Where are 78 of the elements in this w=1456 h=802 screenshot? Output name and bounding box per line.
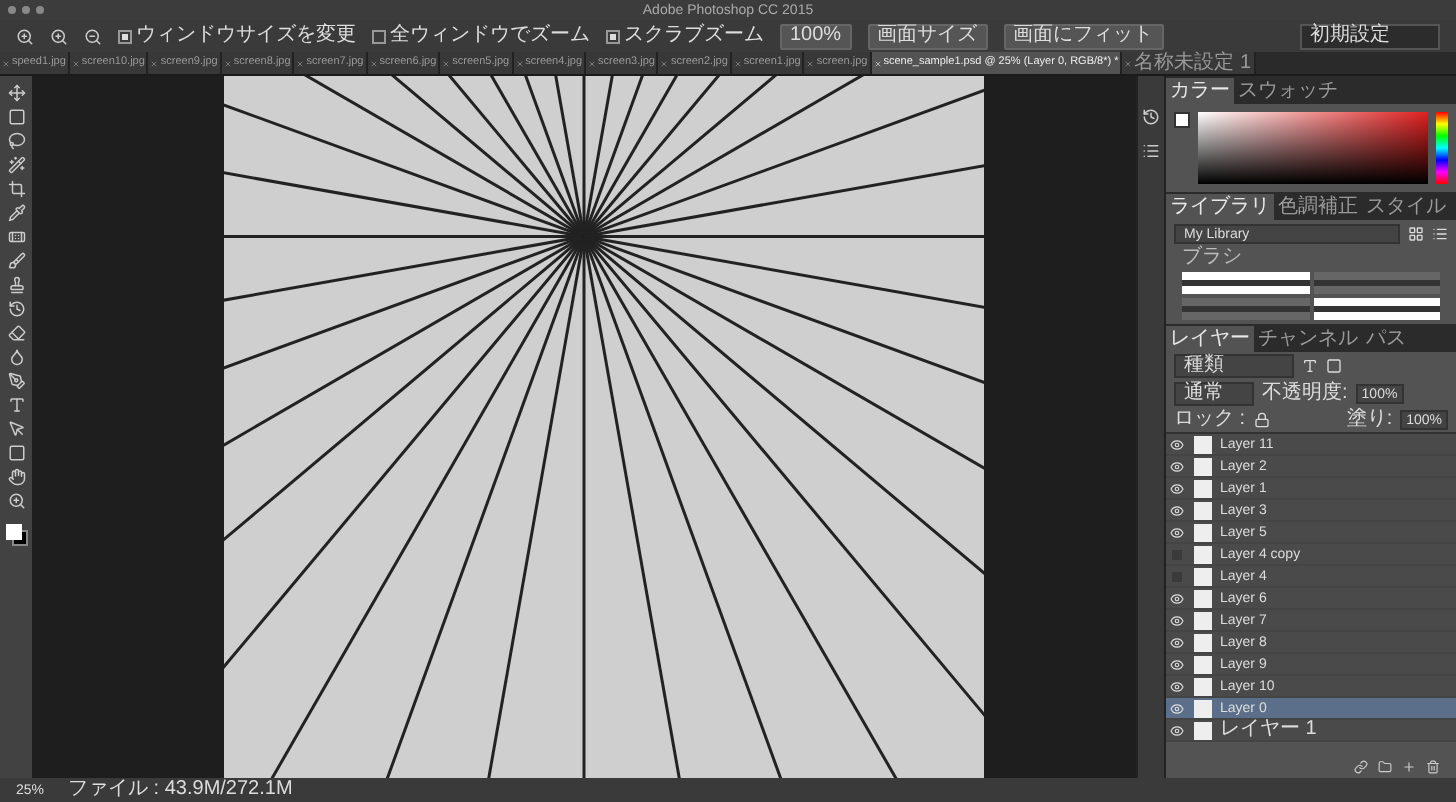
- hue-strip[interactable]: [1436, 112, 1448, 184]
- eye-icon[interactable]: [1169, 525, 1183, 539]
- option-button[interactable]: 画面にフィット: [1003, 23, 1164, 49]
- file-info: ファイル : 43.9M/272.1M: [68, 780, 293, 800]
- eraser-icon[interactable]: [7, 324, 25, 342]
- panel-tab[interactable]: レイヤー: [1166, 326, 1254, 352]
- eye-icon[interactable]: [1169, 701, 1183, 715]
- section-label: ブラシ: [1180, 248, 1244, 268]
- panel-tab[interactable]: ライブラリ: [1166, 194, 1274, 220]
- checkbox-label: ウィンドウサイズを変更: [136, 26, 356, 46]
- workspace-dropdown[interactable]: 初期設定: [1300, 23, 1440, 49]
- shape-filter-icon[interactable]: [1326, 358, 1342, 374]
- blend-mode-dropdown[interactable]: 通常: [1174, 382, 1254, 406]
- checkbox[interactable]: [372, 29, 386, 43]
- lasso-icon[interactable]: [7, 132, 25, 150]
- list-view-icon[interactable]: [1432, 226, 1448, 242]
- bandage-icon[interactable]: [7, 228, 25, 246]
- hand-icon[interactable]: [7, 468, 25, 486]
- new-layer-icon[interactable]: [1402, 760, 1416, 774]
- move-icon[interactable]: [7, 84, 25, 102]
- pointer-icon[interactable]: [7, 420, 25, 438]
- opacity-label: 不透明度:: [1262, 384, 1348, 404]
- lock-label: ロック :: [1174, 410, 1246, 430]
- folder-icon[interactable]: [1378, 760, 1392, 774]
- zoom-in-icon[interactable]: [50, 27, 68, 45]
- type-icon[interactable]: [7, 396, 25, 414]
- zoom-icon[interactable]: [16, 27, 34, 45]
- eye-icon[interactable]: [1169, 503, 1183, 517]
- layer-name: レイヤー 1: [1220, 720, 1317, 740]
- fill-label: 塗り:: [1346, 410, 1393, 430]
- eye-icon[interactable]: [1169, 437, 1183, 451]
- checkbox[interactable]: [606, 29, 620, 43]
- eye-icon[interactable]: [1169, 723, 1183, 737]
- history-brush-icon[interactable]: [7, 300, 25, 318]
- history-icon[interactable]: [1142, 108, 1160, 126]
- brush-icon[interactable]: [7, 252, 25, 270]
- kind-dropdown[interactable]: 種類: [1174, 354, 1294, 378]
- marquee-icon[interactable]: [7, 108, 25, 126]
- color-swatch[interactable]: [1174, 112, 1190, 128]
- crop-icon[interactable]: [7, 180, 25, 198]
- zoom-icon[interactable]: [7, 492, 25, 510]
- document-tab[interactable]: 名称未設定 1: [1122, 52, 1256, 74]
- panel-tab[interactable]: スウォッチ: [1234, 78, 1342, 104]
- layer-row[interactable]: レイヤー 1: [1166, 720, 1456, 742]
- color-swatches-icon[interactable]: [5, 524, 27, 546]
- droplet-icon[interactable]: [7, 348, 25, 366]
- eye-icon[interactable]: [1169, 591, 1183, 605]
- option-button[interactable]: 画面サイズ: [867, 23, 988, 49]
- magic-wand-icon[interactable]: [7, 156, 25, 174]
- checkbox-label: スクラブズーム: [624, 26, 764, 46]
- eye-icon[interactable]: [1169, 635, 1183, 649]
- option-button[interactable]: 100%: [780, 23, 852, 49]
- stamp-icon[interactable]: [7, 276, 25, 294]
- eye-icon[interactable]: [1169, 459, 1183, 473]
- rectangle-icon[interactable]: [7, 444, 25, 462]
- trash-icon[interactable]: [1426, 760, 1440, 774]
- panel-tab[interactable]: 色調補正: [1274, 194, 1362, 220]
- brush-preview[interactable]: [1313, 298, 1440, 320]
- panel-tab[interactable]: パス: [1362, 326, 1410, 352]
- zoom-out-icon[interactable]: [84, 27, 102, 45]
- lock-icon[interactable]: [1253, 412, 1270, 428]
- type-filter-icon[interactable]: [1302, 358, 1318, 374]
- panel-tab[interactable]: チャンネル: [1254, 326, 1362, 352]
- eye-icon[interactable]: [1169, 679, 1183, 693]
- pen-icon[interactable]: [7, 372, 25, 390]
- checkbox-label: 全ウィンドウでズーム: [390, 26, 590, 46]
- color-picker-field[interactable]: [1198, 112, 1428, 184]
- panel-tab[interactable]: カラー: [1166, 78, 1234, 104]
- eye-icon[interactable]: [1169, 481, 1183, 495]
- list-icon[interactable]: [1142, 142, 1160, 160]
- grid-view-icon[interactable]: [1408, 226, 1424, 242]
- brush-preview[interactable]: [1182, 272, 1309, 294]
- eye-icon[interactable]: [1169, 613, 1183, 627]
- link-icon[interactable]: [1354, 760, 1368, 774]
- eye-icon[interactable]: [1169, 657, 1183, 671]
- eyedropper-icon[interactable]: [7, 204, 25, 222]
- checkbox[interactable]: [118, 29, 132, 43]
- panel-tab[interactable]: スタイル: [1362, 194, 1450, 220]
